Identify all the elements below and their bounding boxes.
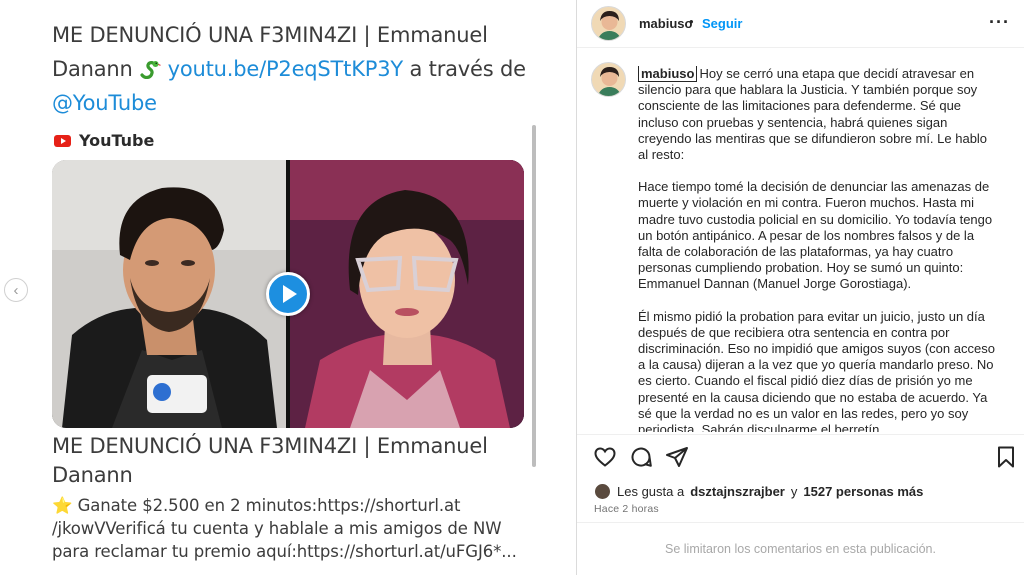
chevron-left-icon: ‹ [13, 281, 19, 299]
caption-paragraph: mabiuso Hoy se cerró una etapa que decidí… [638, 66, 998, 163]
post-header: mabiuso • Seguir ··· [577, 0, 1024, 48]
scrollbar[interactable] [532, 125, 536, 467]
bookmark-icon[interactable] [994, 445, 1018, 469]
post-username[interactable]: mabiuso [639, 16, 692, 31]
caption-avatar[interactable] [591, 62, 626, 97]
follow-button[interactable]: Seguir [702, 16, 742, 31]
caption-username[interactable]: mabiuso [638, 66, 698, 82]
caption-paragraph: Hace tiempo tomé la decisión de denuncia… [638, 179, 993, 292]
video-link[interactable]: youtu.be/P2eqSTtKP3Y [168, 57, 404, 81]
card-description: ⭐ Ganate $2.500 en 2 minutos:https://sho… [52, 494, 532, 563]
previous-slide-button[interactable]: ‹ [4, 278, 28, 302]
likes-conjunction: y [790, 484, 798, 499]
action-bar [577, 434, 1024, 478]
avatar[interactable] [591, 6, 626, 41]
card-description-text: Ganate $2.500 en 2 minutos:https://short… [52, 496, 517, 561]
post-caption: mabiuso Hoy se cerró una etapa que decidí… [638, 66, 998, 432]
thumbnail-left-photo [52, 160, 286, 428]
post-timestamp[interactable]: Hace 2 horas [594, 503, 659, 515]
separator-dot: • [689, 14, 694, 29]
play-button[interactable] [266, 272, 310, 316]
caption-paragraph: Él mismo pidió la probation para evitar … [638, 308, 995, 432]
heart-icon[interactable] [593, 445, 617, 469]
comments-disabled-text: Se limitaron los comentarios en esta pub… [665, 542, 936, 556]
youtube-mention[interactable]: @YouTube [52, 91, 157, 115]
post-sidebar: mabiuso • Seguir ··· mabiuso Hoy se cerró… [577, 0, 1024, 575]
snake-emoji [140, 61, 161, 79]
card-title[interactable]: ME DENUNCIÓ UNA F3MIN4ZI | Emmanuel Dana… [52, 432, 532, 490]
likes-summary[interactable]: Les gusta a dsztajnszrajber y 1527 perso… [594, 483, 923, 500]
youtube-logo-icon [54, 134, 71, 147]
card-source: YouTube [54, 131, 154, 150]
via-text: a través de [409, 57, 526, 81]
tweet-text: ME DENUNCIÓ UNA F3MIN4ZI | Emmanuel Dana… [52, 18, 542, 120]
thumbnail-right-photo [290, 160, 524, 428]
more-icon[interactable]: ··· [989, 12, 1010, 33]
comments-disabled-notice: Se limitaron los comentarios en esta pub… [577, 522, 1024, 575]
comment-icon[interactable] [629, 445, 653, 469]
likes-prefix: Les gusta a [617, 484, 685, 499]
star-emoji: ⭐ [52, 496, 73, 515]
likes-user[interactable]: dsztajnszrajber [690, 484, 785, 499]
likes-count[interactable]: 1527 personas más [803, 484, 923, 499]
card-source-label: YouTube [79, 131, 155, 150]
share-icon[interactable] [665, 445, 689, 469]
likes-avatar [594, 483, 611, 500]
post-media: ‹ ME DENUNCIÓ UNA F3MIN4ZI | Emmanuel Da… [0, 0, 575, 575]
video-thumbnail[interactable] [52, 160, 524, 428]
